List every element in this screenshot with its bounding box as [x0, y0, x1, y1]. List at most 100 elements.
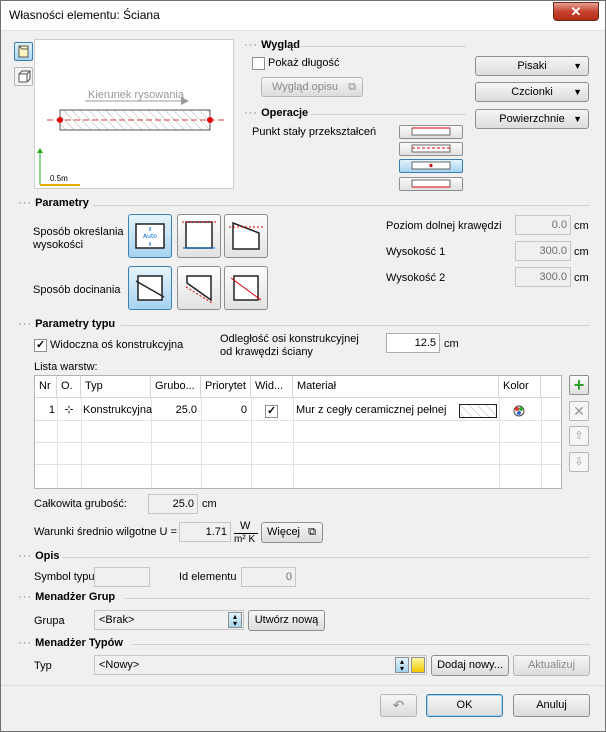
add-layer-button[interactable]: +: [569, 375, 589, 395]
bottom-edge-field[interactable]: 0.0: [515, 215, 571, 235]
u-unit-top: W: [240, 520, 251, 532]
height-fixed-icon: [182, 221, 216, 249]
layer-visible-checkbox[interactable]: [265, 404, 278, 418]
height-sloped-button[interactable]: [224, 214, 268, 258]
layer-thickness[interactable]: 25.0: [151, 400, 197, 420]
move-down-button[interactable]: ⇩: [569, 452, 589, 472]
u-value-field: 1.71: [179, 522, 231, 542]
layer-material[interactable]: Mur z cegły ceramicznej pełnej: [296, 400, 456, 420]
favorite-icon[interactable]: [411, 657, 425, 673]
symbol-field[interactable]: [94, 567, 150, 587]
height-fixed-button[interactable]: [177, 214, 221, 258]
dropdown-arrow-icon: ▼: [573, 114, 582, 124]
show-length-label: Pokaż długość: [268, 57, 340, 69]
axis-offset-field[interactable]: 12.5: [386, 333, 440, 353]
desc-appearance-button[interactable]: Wygląd opisu ⧉: [261, 77, 363, 97]
fixed-point-top-button[interactable]: [399, 125, 463, 139]
desc-appearance-label: Wygląd opisu: [272, 81, 338, 93]
section-parametry-typu: ··· Parametry typu: [18, 318, 116, 330]
material-hatch-swatch: [459, 404, 497, 418]
axis-offset-label-2: od krawędzi ściany: [220, 346, 313, 358]
col-material[interactable]: Materiał: [293, 376, 499, 398]
height-auto-icon: Auto: [135, 223, 165, 249]
ok-button[interactable]: OK: [426, 694, 503, 717]
delete-layer-button[interactable]: ✕: [569, 401, 589, 421]
scale-label: 0.5m: [50, 174, 68, 183]
fixed-point-bottom-button[interactable]: [399, 177, 463, 191]
axis-visible-checkbox[interactable]: [34, 338, 47, 352]
move-up-button[interactable]: ⇧: [569, 426, 589, 446]
axis-visible-label: Widoczna oś konstrukcyjna: [50, 339, 184, 351]
more-button[interactable]: Więcej ⧉: [261, 522, 323, 543]
undo-icon: ↶: [392, 697, 405, 713]
spin-icon[interactable]: ▴ ▾: [228, 612, 242, 628]
height-sloped-icon: [229, 221, 263, 250]
layers-table[interactable]: Nr O. Typ Grubo... Priorytet Wid... Mate…: [34, 375, 562, 489]
popup-icon: ⧉: [308, 526, 316, 538]
section-opis: ··· Opis: [18, 550, 60, 562]
height-method-label: Sposób określania wysokości: [33, 226, 124, 251]
menadzer-typow-header: Menadżer Typów: [35, 637, 123, 649]
3d-view-icon: [18, 70, 31, 83]
col-widoczna[interactable]: Wid...: [251, 376, 293, 398]
wall-preview: Kierunek rysowania 0.5m: [34, 39, 234, 189]
layer-priority[interactable]: 0: [201, 400, 247, 420]
pens-label: Pisaki: [517, 60, 547, 72]
layer-type[interactable]: Konstrukcyjna: [83, 400, 152, 420]
group-label: Grupa: [34, 615, 65, 627]
height-auto-button[interactable]: Auto: [128, 214, 172, 258]
id-label: Id elementu: [179, 571, 237, 583]
total-thickness-unit: cm: [202, 498, 217, 510]
view-2d-button[interactable]: [14, 42, 33, 61]
show-length-checkbox[interactable]: [252, 57, 265, 70]
layer-nr: 1: [48, 404, 55, 416]
window-title: Własności elementu: Ściana: [9, 8, 160, 22]
trim-diagonal-icon: [135, 275, 165, 301]
parametry-typu-header: Parametry typu: [35, 318, 116, 330]
add-type-button[interactable]: Dodaj nowy...: [431, 655, 509, 676]
spin-icon[interactable]: ▴ ▾: [395, 657, 409, 673]
trim-mode-3-button[interactable]: [224, 266, 268, 310]
parametry-header: Parametry: [35, 197, 89, 209]
surfaces-button[interactable]: Powierzchnie ▼: [475, 109, 589, 129]
section-menadzer-grup: ··· Menadżer Grup: [18, 591, 116, 603]
fixed-point-center-button[interactable]: [399, 159, 463, 173]
create-group-button[interactable]: Utwórz nową: [248, 610, 325, 631]
col-o[interactable]: O.: [57, 376, 81, 398]
type-field[interactable]: <Nowy> ▴ ▾: [94, 655, 427, 675]
section-parametry: ··· Parametry: [18, 197, 89, 209]
col-nr[interactable]: Nr: [35, 376, 57, 398]
id-field: 0: [241, 567, 296, 587]
col-filler: [541, 376, 561, 398]
close-button[interactable]: ✕: [553, 2, 599, 21]
wall-center-icon: [411, 161, 451, 170]
col-grubosc[interactable]: Grubo...: [151, 376, 201, 398]
surfaces-label: Powierzchnie: [499, 113, 565, 125]
view-3d-button[interactable]: [14, 67, 33, 86]
cancel-button[interactable]: Anuluj: [513, 694, 590, 717]
operacje-header: Operacje: [261, 107, 309, 119]
col-typ[interactable]: Typ: [81, 376, 151, 398]
update-type-button[interactable]: Aktualizuj: [513, 655, 590, 676]
height2-label: Wysokość 2: [386, 272, 446, 284]
height1-field[interactable]: 300.0: [515, 241, 571, 261]
fonts-label: Czcionki: [511, 86, 553, 98]
fixed-point-label: Punkt stały przekształceń: [252, 126, 377, 138]
fixed-point-mid-upper-button[interactable]: [399, 142, 463, 156]
trim-mode-2-button[interactable]: [177, 266, 221, 310]
bottom-edge-label: Poziom dolnej krawędzi: [386, 220, 502, 232]
type-value: <Nowy>: [99, 659, 140, 671]
trim-mode-1-button[interactable]: [128, 266, 172, 310]
fonts-button[interactable]: Czcionki ▼: [475, 82, 589, 102]
color-picker-icon[interactable]: [512, 404, 526, 418]
height2-unit: cm: [574, 272, 589, 284]
total-thickness-label: Całkowita grubość:: [34, 498, 127, 510]
pens-button[interactable]: Pisaki ▼: [475, 56, 589, 76]
col-kolor[interactable]: Kolor: [499, 376, 541, 398]
undo-button[interactable]: ↶: [380, 694, 417, 717]
height2-field[interactable]: 300.0: [515, 267, 571, 287]
plan-view-icon: [18, 45, 29, 58]
col-priorytet[interactable]: Priorytet: [201, 376, 251, 398]
bottom-edge-unit: cm: [574, 220, 589, 232]
group-field[interactable]: <Brak> ▴ ▾: [94, 610, 244, 630]
